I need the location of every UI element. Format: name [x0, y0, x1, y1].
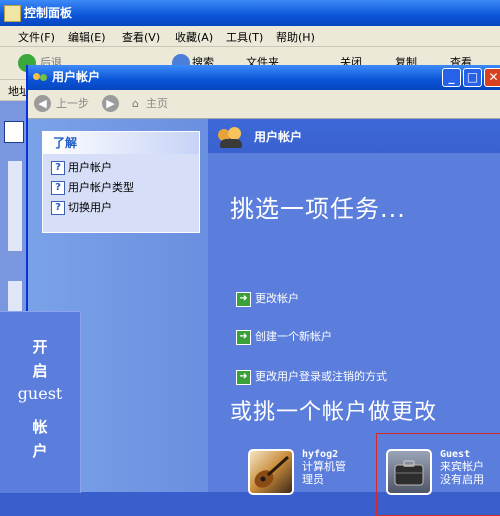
close-button[interactable]: ✕: [484, 68, 500, 87]
control-panel-title-bar[interactable]: 控制面板: [0, 0, 500, 26]
learn-about-box: 了解 ? 用户帐户 ? 用户帐户类型 ? 切换用户: [42, 131, 200, 233]
menu-favorites[interactable]: 收藏(A): [175, 29, 213, 45]
maximize-button[interactable]: □: [463, 68, 482, 87]
menu-help[interactable]: 帮助(H): [276, 29, 315, 45]
green-arrow-icon: ➜: [236, 369, 251, 385]
pick-task-heading: 挑选一项任务...: [230, 195, 406, 223]
account-name: Guest: [440, 449, 471, 460]
account-name: hyfog2: [302, 449, 339, 460]
learn-item-user-accounts[interactable]: ? 用户帐户: [51, 160, 112, 176]
green-arrow-icon: ➜: [236, 329, 251, 345]
caption-line: 开: [32, 338, 48, 356]
caption-line: 启: [32, 362, 48, 380]
folder-icon: [4, 5, 21, 22]
suitcase-avatar: [386, 449, 432, 495]
account-status: 没有启用: [440, 473, 484, 486]
user-accounts-window: 用户帐户 _ □ ✕ ◀ 上一步 ▶ ⌂ 主页 了解 ? 用户帐户 ? 用户帐户类型…: [26, 65, 500, 516]
learn-item-account-types[interactable]: ? 用户帐户类型: [51, 180, 134, 196]
task-change-account[interactable]: ➜ 更改帐户: [236, 291, 299, 307]
user-accounts-title-bar[interactable]: 用户帐户 _ □ ✕: [28, 65, 500, 90]
pick-account-heading: 或挑一个帐户做更改: [230, 400, 438, 425]
nav-home-button[interactable]: 主页: [146, 95, 168, 113]
back-arrow-icon[interactable]: ◀: [34, 95, 51, 112]
home-icon[interactable]: ⌂: [132, 95, 139, 113]
task-change-logon[interactable]: ➜ 更改用户登录或注销的方式: [236, 369, 387, 385]
checkbox-icon: [4, 121, 24, 143]
control-panel-title: 控制面板: [24, 6, 73, 20]
learn-item-switch-user[interactable]: ? 切换用户: [51, 200, 112, 216]
account-type: 理员: [302, 473, 324, 486]
learn-about-title: 了解: [53, 136, 78, 150]
menu-tools[interactable]: 工具(T): [226, 29, 263, 45]
menu-edit[interactable]: 编辑(E): [68, 29, 106, 45]
help-icon: ?: [51, 161, 65, 175]
menu-view[interactable]: 查看(V): [122, 29, 160, 45]
content-header: 用户帐户: [208, 119, 500, 153]
nav-back-button[interactable]: 上一步: [56, 95, 89, 113]
green-arrow-icon: ➜: [236, 291, 251, 307]
menu-bar: 文件(F) 编辑(E) 查看(V) 收藏(A) 工具(T) 帮助(H): [0, 26, 500, 47]
content-title: 用户帐户: [254, 130, 303, 144]
navigation-bar: ◀ 上一步 ▶ ⌂ 主页: [28, 90, 500, 119]
guitar-avatar: [248, 449, 294, 495]
task-create-account[interactable]: ➜ 创建一个新帐户: [236, 329, 332, 345]
help-icon: ?: [51, 181, 65, 195]
overlay-caption: 开 启 guest 帐 户: [0, 311, 81, 493]
learn-about-header[interactable]: 了解: [43, 132, 199, 154]
caption-line: 帐: [32, 418, 48, 436]
account-type: 计算机管: [302, 460, 346, 473]
users-icon: [33, 70, 48, 85]
account-type: 来宾帐户: [440, 460, 484, 473]
minimize-button[interactable]: _: [442, 68, 461, 87]
window-title: 用户帐户: [52, 70, 101, 84]
main-content: 用户帐户 挑选一项任务... ➜ 更改帐户 ➜ 创建一个新帐户 ➜ 更改用户登录或注销…: [208, 119, 500, 516]
menu-file[interactable]: 文件(F): [18, 29, 55, 45]
caption-line: guest: [17, 384, 63, 403]
forward-arrow-icon[interactable]: ▶: [102, 95, 119, 112]
users-icon: [218, 125, 244, 149]
caption-line: 户: [32, 442, 48, 460]
sidebar-panel: [8, 161, 22, 251]
help-icon: ?: [51, 201, 65, 215]
